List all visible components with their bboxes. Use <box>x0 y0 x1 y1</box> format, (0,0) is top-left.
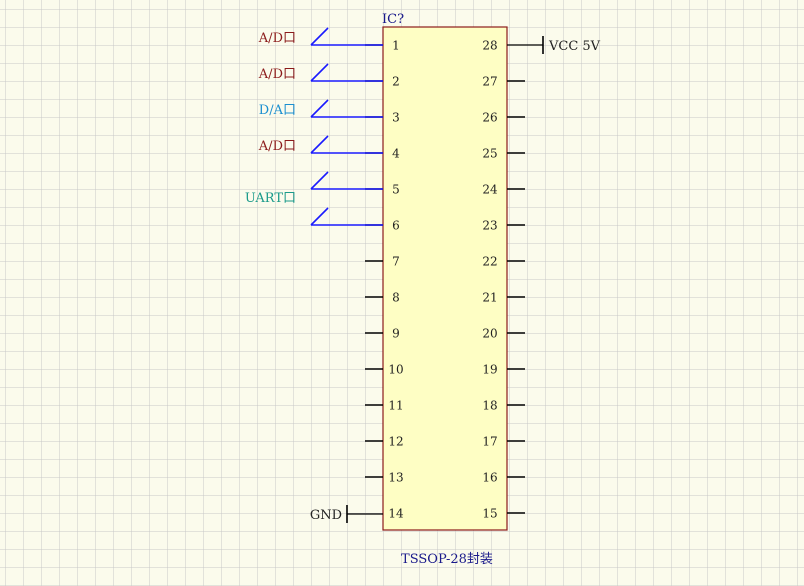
pin-number: 4 <box>392 147 400 161</box>
component-designator[interactable]: IC? <box>382 12 404 27</box>
pin-number: 25 <box>482 147 497 161</box>
pin-number: 22 <box>482 255 497 269</box>
pin-number: 26 <box>482 111 497 125</box>
net-label-pin-2[interactable]: A/D口 <box>258 67 296 82</box>
pin-number: 2 <box>392 75 400 89</box>
package-label[interactable]: TSSOP-28封装 <box>401 552 493 567</box>
pin-number: 18 <box>482 399 497 413</box>
pin-number: 3 <box>392 111 400 125</box>
pin-number: 24 <box>482 183 498 197</box>
pin-number: 10 <box>388 363 403 377</box>
pin-number: 11 <box>388 399 403 413</box>
pin-number: 17 <box>482 435 497 449</box>
pin-number: 7 <box>392 255 400 269</box>
pin-number: 6 <box>392 219 400 233</box>
pin-number: 20 <box>482 327 497 341</box>
schematic-sheet: IC? TSSOP-28封装 1234567891011121314 28272… <box>0 0 804 586</box>
pin-number: 19 <box>482 363 497 377</box>
pin-number: 14 <box>388 507 404 521</box>
pin-number: 28 <box>482 39 497 53</box>
pin-number: 12 <box>388 435 403 449</box>
vcc-label: VCC 5V <box>548 39 601 54</box>
pin-number: 16 <box>482 471 497 485</box>
pin-number: 1 <box>392 39 400 53</box>
net-label-pin-1[interactable]: A/D口 <box>258 31 296 46</box>
pin-number: 9 <box>392 327 400 341</box>
net-label-pin-4[interactable]: A/D口 <box>258 139 296 154</box>
pin-number: 23 <box>482 219 497 233</box>
pin-number: 13 <box>388 471 403 485</box>
net-label-pin-5[interactable]: UART口 <box>245 191 296 206</box>
net-label-pin-3[interactable]: D/A口 <box>259 103 296 118</box>
gnd-label: GND <box>310 508 342 523</box>
pin-number: 15 <box>482 507 497 521</box>
pin-number: 27 <box>482 75 497 89</box>
ic-body[interactable] <box>382 26 508 531</box>
pin-number: 8 <box>392 291 400 305</box>
pin-number: 21 <box>482 291 497 305</box>
pin-number: 5 <box>392 183 400 197</box>
